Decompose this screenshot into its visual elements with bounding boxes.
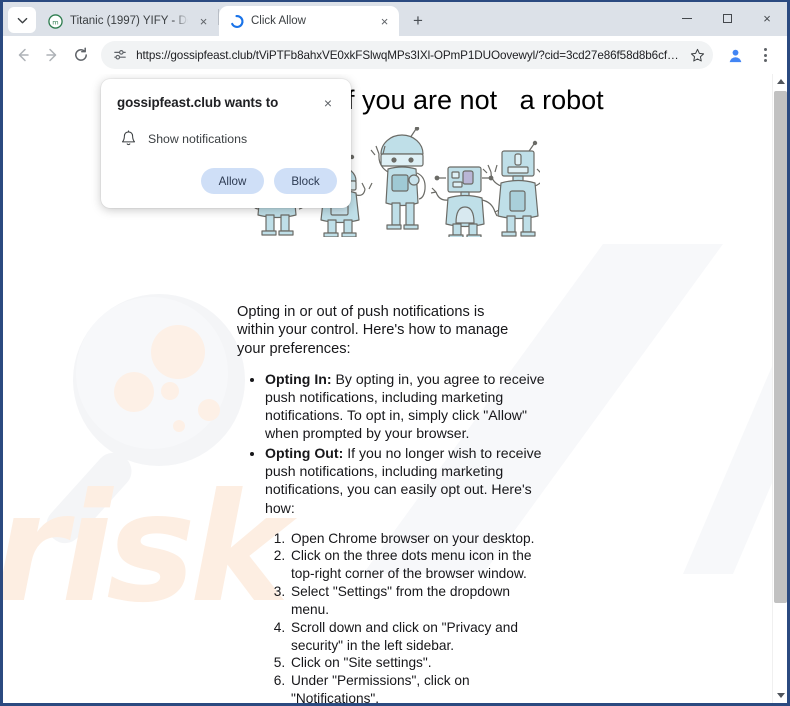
profile-avatar-icon — [729, 49, 741, 62]
back-button[interactable] — [9, 40, 36, 70]
minimize-button[interactable] — [667, 2, 707, 34]
page-scrollbar[interactable] — [772, 74, 787, 703]
tab-titanic[interactable]: m Titanic (1997) YIFY - Download × — [38, 6, 218, 36]
bullet-lead: Opting In: — [265, 370, 332, 387]
scroll-down-button[interactable] — [773, 688, 787, 703]
star-icon — [690, 48, 704, 61]
three-dots-menu-icon — [763, 48, 767, 62]
permission-row: Show notifications — [117, 130, 337, 147]
intro-paragraph: Opting in or out of push notifications i… — [237, 303, 509, 358]
maximize-button[interactable] — [707, 2, 747, 34]
dialog-close-button[interactable]: × — [319, 94, 337, 112]
url-text: https://gossipfeast.club/tViPTFb8ahxVE0x… — [136, 48, 685, 62]
tab-close-button[interactable]: × — [376, 13, 393, 30]
notification-permission-dialog: gossipfeast.club wants to × Show notific… — [101, 79, 351, 208]
scroll-up-arrow-icon — [776, 79, 785, 84]
list-item: Scroll down and click on "Privacy and se… — [289, 619, 551, 655]
reload-icon — [75, 47, 88, 61]
tune-settings-icon[interactable] — [109, 44, 131, 66]
tab-search-button[interactable] — [8, 7, 36, 33]
bell-icon — [121, 130, 136, 146]
address-bar[interactable]: https://gossipfeast.club/tViPTFb8ahxVE0x… — [101, 41, 713, 69]
bullet-lead: Opting Out: — [265, 445, 344, 462]
svg-text:m: m — [52, 18, 58, 26]
scroll-up-button[interactable] — [773, 74, 787, 89]
close-window-button[interactable]: × — [747, 2, 787, 34]
list-item: Under "Permissions", click on "Notificat… — [289, 672, 551, 703]
list-item: Opting Out: If you no longer wish to rec… — [265, 444, 545, 516]
page-heading: if you are not a robot — [341, 85, 604, 115]
arrow-right-icon — [46, 48, 57, 62]
options-list: Opting In: By opting in, you agree to re… — [265, 370, 545, 517]
browser-toolbar: https://gossipfeast.club/tViPTFb8ahxVE0x… — [3, 36, 787, 74]
tab-title: Click Allow — [251, 15, 306, 27]
tab-click-allow[interactable]: Click Allow × — [219, 6, 399, 36]
dialog-title: gossipfeast.club wants to — [117, 95, 279, 110]
allow-button[interactable]: Allow — [201, 168, 264, 194]
opt-out-steps: Open Chrome browser on your desktop. Cli… — [289, 530, 551, 703]
tab-close-button[interactable]: × — [195, 13, 212, 30]
yify-favicon: m — [48, 13, 63, 29]
profile-button[interactable] — [721, 41, 749, 69]
list-item: Open Chrome browser on your desktop. — [289, 530, 551, 548]
page-viewport: risk if you are not a robot Opting in or… — [3, 74, 787, 703]
window-controls: × — [667, 2, 787, 34]
maximize-icon — [722, 13, 732, 23]
close-icon: × — [763, 10, 771, 26]
tab-title: Titanic (1997) YIFY - Download — [70, 15, 188, 27]
list-item: Opting In: By opting in, you agree to re… — [265, 370, 545, 442]
new-tab-button[interactable]: + — [405, 7, 431, 33]
tab-strip: m Titanic (1997) YIFY - Download × Click… — [3, 2, 787, 36]
reload-button[interactable] — [68, 40, 95, 70]
dialog-actions: Allow Block — [117, 168, 337, 194]
browser-menu-button[interactable] — [751, 41, 779, 69]
permission-label: Show notifications — [148, 131, 248, 146]
list-item: Select "Settings" from the dropdown menu… — [289, 583, 551, 619]
forward-button[interactable] — [38, 40, 65, 70]
chevron-down-icon — [17, 17, 27, 23]
arrow-left-icon — [18, 48, 29, 62]
minimize-icon — [682, 17, 692, 19]
scroll-down-arrow-icon — [776, 693, 785, 698]
list-item: Click on the three dots menu icon in the… — [289, 547, 551, 583]
browser-window: m Titanic (1997) YIFY - Download × Click… — [0, 0, 790, 706]
list-item: Click on "Site settings". — [289, 654, 551, 672]
bookmark-button[interactable] — [685, 43, 709, 67]
block-button[interactable]: Block — [274, 168, 337, 194]
scrollbar-thumb[interactable] — [774, 91, 787, 603]
loading-favicon — [229, 14, 244, 29]
dialog-header: gossipfeast.club wants to × — [117, 95, 337, 112]
